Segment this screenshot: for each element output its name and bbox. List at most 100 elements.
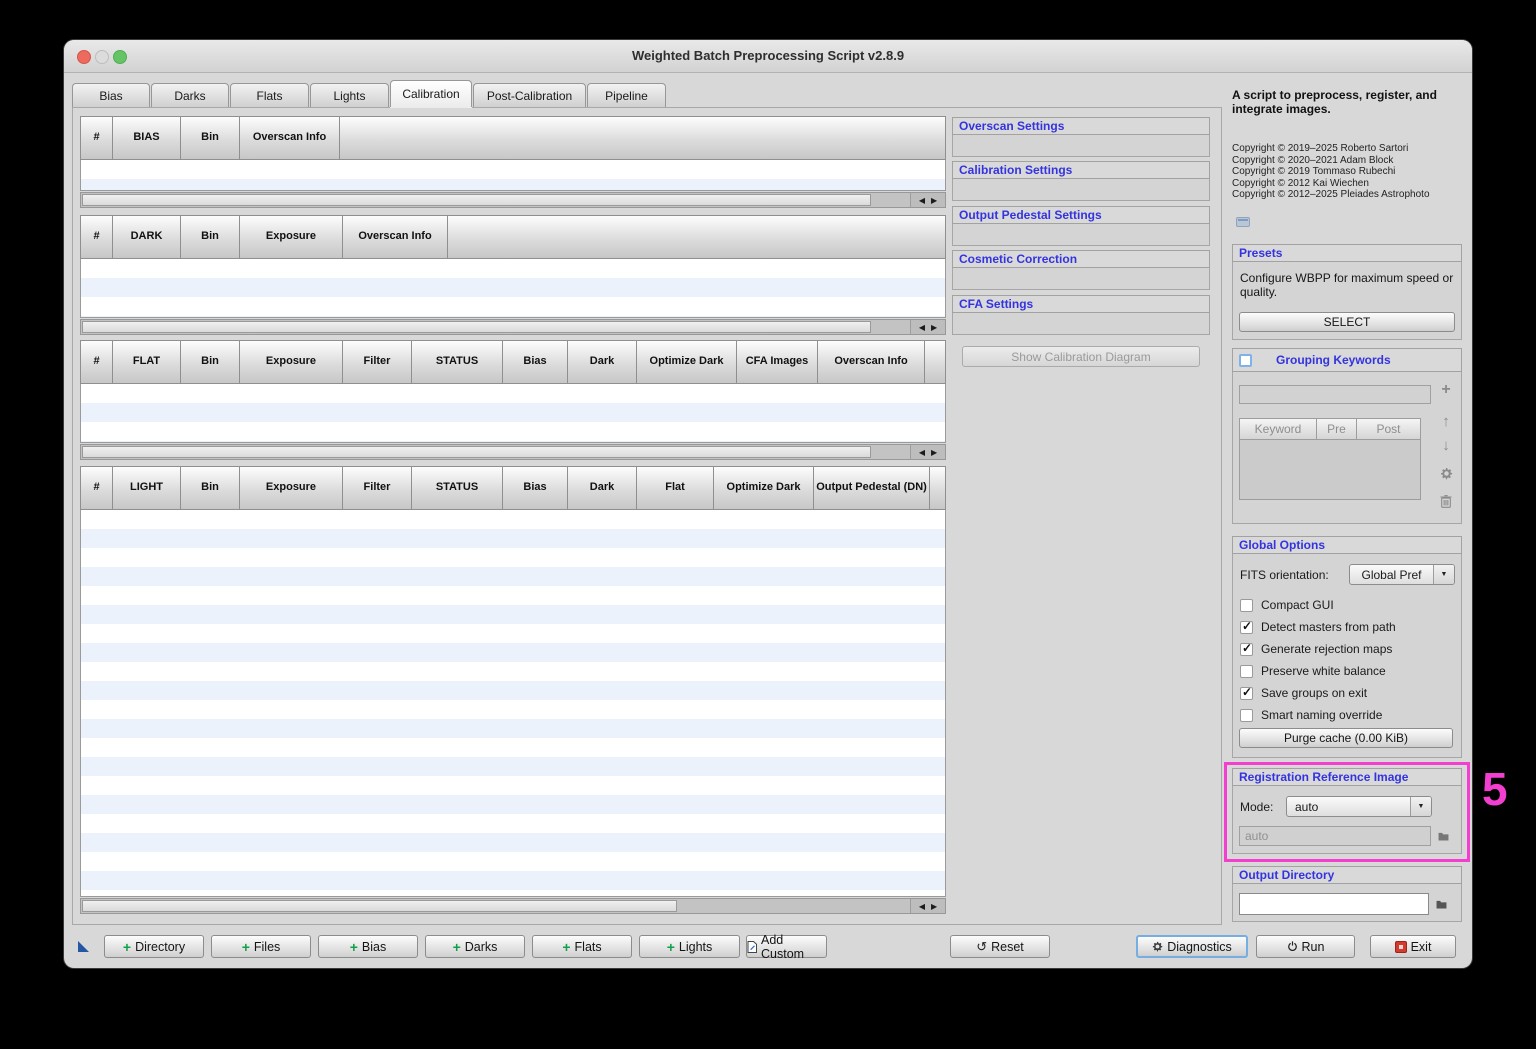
flat-scrollbar-arrows[interactable]: ◀▶ <box>910 445 945 459</box>
output-directory-browse-folder-icon[interactable] <box>1433 897 1449 911</box>
move-keyword-up-icon[interactable]: ↑ <box>1437 412 1455 430</box>
section-title[interactable]: Overscan Settings <box>952 117 1210 135</box>
light-scrollbar-thumb[interactable] <box>82 900 677 912</box>
light-column-header[interactable]: # <box>80 466 113 510</box>
scroll-right-icon[interactable]: ▶ <box>931 196 937 205</box>
bias-button[interactable]: +Bias <box>318 935 418 958</box>
section-title[interactable]: Calibration Settings <box>952 161 1210 179</box>
flat-column-header[interactable]: Bin <box>181 340 240 384</box>
section-title[interactable]: Output Pedestal Settings <box>952 206 1210 224</box>
show-calibration-diagram-button[interactable]: Show Calibration Diagram <box>962 346 1200 367</box>
light-column-header[interactable]: Exposure <box>240 466 343 510</box>
dark-scrollbar-thumb[interactable] <box>82 321 871 333</box>
delete-keyword-trash-icon[interactable] <box>1437 492 1455 510</box>
tab-flats[interactable]: Flats <box>230 83 309 107</box>
scroll-left-icon[interactable]: ◀ <box>919 323 925 332</box>
scroll-left-icon[interactable]: ◀ <box>919 902 925 911</box>
light-column-header[interactable]: STATUS <box>412 466 503 510</box>
tab-calibration[interactable]: Calibration <box>390 80 472 107</box>
scroll-right-icon[interactable]: ▶ <box>931 323 937 332</box>
tab-post-calibration[interactable]: Post-Calibration <box>473 83 586 107</box>
purge-cache-button[interactable]: Purge cache (0.00 KiB) <box>1239 728 1453 748</box>
global-options-title[interactable]: Global Options <box>1232 536 1462 554</box>
bias-scrollbar-arrows[interactable]: ◀▶ <box>910 193 945 207</box>
flat-column-header[interactable]: Exposure <box>240 340 343 384</box>
flat-column-header[interactable]: FLAT <box>113 340 181 384</box>
bias-column-header[interactable]: Overscan Info <box>240 116 340 160</box>
flat-scrollbar-thumb[interactable] <box>82 446 871 458</box>
bias-column-header[interactable]: BIAS <box>113 116 181 160</box>
light-column-header[interactable]: Output Pedestal (DN) <box>814 466 930 510</box>
bias-column-header[interactable]: # <box>80 116 113 160</box>
flat-column-header[interactable]: Bias <box>503 340 568 384</box>
new-instance-drag-icon[interactable] <box>78 941 89 952</box>
dark-table-rows[interactable] <box>80 259 946 318</box>
section-title[interactable]: Cosmetic Correction <box>952 250 1210 268</box>
diagnostics-button[interactable]: Diagnostics <box>1136 935 1248 958</box>
grouping-keywords-title[interactable]: Grouping Keywords <box>1232 348 1462 372</box>
tab-darks[interactable]: Darks <box>151 83 229 107</box>
presets-section-title[interactable]: Presets <box>1232 244 1462 262</box>
add-custom-button[interactable]: Add Custom <box>746 935 827 958</box>
presets-select-button[interactable]: SELECT <box>1239 312 1455 332</box>
keyword-table-body[interactable] <box>1239 440 1421 500</box>
output-directory-input[interactable] <box>1239 893 1429 915</box>
move-keyword-down-icon[interactable]: ↓ <box>1437 436 1455 454</box>
light-column-header[interactable]: Flat <box>637 466 714 510</box>
keyword-column-pre[interactable]: Pre <box>1317 418 1357 440</box>
light-horizontal-scrollbar[interactable]: ◀▶ <box>80 898 946 914</box>
checkbox-detect-masters-from-path[interactable] <box>1240 621 1253 634</box>
bias-column-header[interactable]: Bin <box>181 116 240 160</box>
tab-pipeline[interactable]: Pipeline <box>587 83 666 107</box>
light-column-header[interactable]: Filter <box>343 466 412 510</box>
light-column-header[interactable]: Bin <box>181 466 240 510</box>
dark-column-header[interactable]: Exposure <box>240 215 343 259</box>
light-column-header[interactable]: Optimize Dark <box>714 466 814 510</box>
lights-button[interactable]: +Lights <box>639 935 740 958</box>
flat-column-header[interactable]: Overscan Info <box>818 340 925 384</box>
darks-button[interactable]: +Darks <box>425 935 525 958</box>
dark-column-header[interactable]: # <box>80 215 113 259</box>
documentation-icon[interactable] <box>1236 217 1250 227</box>
flat-column-header[interactable]: CFA Images <box>737 340 818 384</box>
dark-column-header[interactable]: DARK <box>113 215 181 259</box>
flat-column-header[interactable]: Dark <box>568 340 637 384</box>
dark-horizontal-scrollbar[interactable]: ◀▶ <box>80 319 946 335</box>
light-scrollbar-arrows[interactable]: ◀▶ <box>910 899 945 913</box>
checkbox-compact-gui[interactable] <box>1240 599 1253 612</box>
directory-button[interactable]: +Directory <box>104 935 204 958</box>
scroll-left-icon[interactable]: ◀ <box>919 196 925 205</box>
scroll-right-icon[interactable]: ▶ <box>931 448 937 457</box>
tab-lights[interactable]: Lights <box>310 83 389 107</box>
dark-scrollbar-arrows[interactable]: ◀▶ <box>910 320 945 334</box>
reset-button[interactable]: ↺Reset <box>950 935 1050 958</box>
light-table-rows[interactable] <box>80 510 946 897</box>
scroll-right-icon[interactable]: ▶ <box>931 902 937 911</box>
keyword-settings-gear-icon[interactable] <box>1437 464 1455 482</box>
grouping-keywords-checkbox[interactable] <box>1239 354 1252 367</box>
output-directory-title[interactable]: Output Directory <box>1232 866 1462 884</box>
bias-table-rows[interactable] <box>80 160 946 191</box>
registration-mode-dropdown[interactable]: auto ▼ <box>1286 796 1432 817</box>
tab-bias[interactable]: Bias <box>72 83 150 107</box>
light-column-header[interactable]: Dark <box>568 466 637 510</box>
registration-reference-title[interactable]: Registration Reference Image <box>1232 768 1462 786</box>
checkbox-preserve-white-balance[interactable] <box>1240 665 1253 678</box>
light-column-header[interactable]: LIGHT <box>113 466 181 510</box>
exit-button[interactable]: Exit <box>1370 935 1456 958</box>
dark-column-header[interactable]: Bin <box>181 215 240 259</box>
bias-horizontal-scrollbar[interactable]: ◀▶ <box>80 192 946 208</box>
bias-scrollbar-thumb[interactable] <box>82 194 871 206</box>
flat-column-header[interactable]: # <box>80 340 113 384</box>
checkbox-smart-naming-override[interactable] <box>1240 709 1253 722</box>
flat-horizontal-scrollbar[interactable]: ◀▶ <box>80 444 946 460</box>
registration-browse-folder-icon[interactable] <box>1435 829 1451 843</box>
flats-button[interactable]: +Flats <box>532 935 632 958</box>
checkbox-generate-rejection-maps[interactable] <box>1240 643 1253 656</box>
checkbox-save-groups-on-exit[interactable] <box>1240 687 1253 700</box>
section-title[interactable]: CFA Settings <box>952 295 1210 313</box>
keyword-column-keyword[interactable]: Keyword <box>1239 418 1317 440</box>
keyword-input[interactable] <box>1239 385 1431 404</box>
flat-column-header[interactable]: STATUS <box>412 340 503 384</box>
fits-orientation-dropdown[interactable]: Global Pref ▼ <box>1349 564 1455 585</box>
